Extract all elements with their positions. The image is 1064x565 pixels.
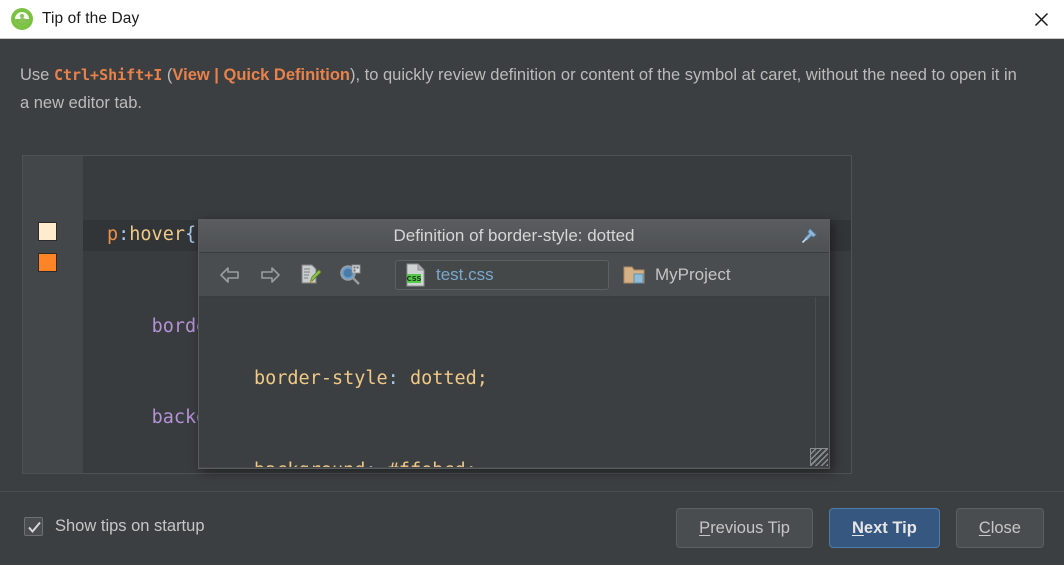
show-tips-checkbox[interactable] [24, 517, 43, 536]
svg-text:CSS: CSS [406, 275, 421, 283]
code-pseudo: hover [129, 224, 185, 245]
project-name-label: MyProject [655, 264, 731, 284]
editor-gutter[interactable] [23, 156, 83, 473]
edit-source-icon[interactable] [293, 260, 327, 290]
tip-text: Use Ctrl+Shift+I (View | Quick Definitio… [20, 61, 1028, 117]
previous-tip-button[interactable]: Previous Tip [676, 508, 813, 548]
window-title: Tip of the Day [42, 10, 140, 27]
popup-code-value: dotted; [409, 368, 488, 389]
popup-scrollbar[interactable] [815, 297, 829, 467]
folder-icon [623, 266, 645, 283]
quick-definition-popup[interactable]: Definition of border-style: dotted CSS t… [198, 219, 830, 469]
popup-code-value: #ffebcd; [388, 460, 477, 468]
previous-tip-label: revious Tip [710, 518, 790, 537]
footer-divider [0, 491, 1064, 492]
find-usages-icon[interactable] [333, 260, 367, 290]
show-tips-label: Show tips on startup [55, 517, 205, 535]
show-tips-checkbox-row[interactable]: Show tips on startup [24, 517, 205, 536]
checkmark-icon [28, 521, 41, 534]
close-button[interactable]: Close [955, 508, 1044, 548]
code-colon: : [118, 224, 130, 245]
popup-title: Definition of border-style: dotted [393, 226, 635, 245]
tip-open-paren: ( [162, 66, 173, 84]
file-name-field[interactable]: CSS test.css [395, 259, 609, 290]
tip-prefix: Use [20, 66, 54, 84]
pin-icon[interactable] [799, 226, 819, 246]
file-name-label: test.css [436, 264, 494, 284]
close-label: lose [990, 518, 1021, 537]
android-studio-icon [11, 8, 33, 30]
dialog-button-row: Previous Tip Next Tip Close [676, 508, 1044, 548]
popup-code-colon: : [365, 460, 387, 468]
project-box[interactable]: MyProject [623, 264, 731, 286]
next-tip-mnemonic: N [851, 518, 864, 537]
code-selector: p [107, 224, 119, 245]
css-file-icon: CSS [406, 263, 425, 286]
close-icon[interactable] [1018, 0, 1064, 38]
popup-code-colon: : [387, 368, 410, 389]
popup-code-property: border-style [254, 368, 388, 389]
arrow-left-icon[interactable] [213, 260, 247, 290]
window-titlebar: Tip of the Day [0, 0, 1064, 39]
code-brace: { [184, 224, 197, 245]
next-tip-label: ext Tip [863, 518, 917, 537]
popup-header[interactable]: Definition of border-style: dotted [199, 220, 829, 253]
tip-menu-path: View | Quick Definition [172, 66, 350, 84]
arrow-right-icon[interactable] [253, 260, 287, 290]
popup-toolbar[interactable]: CSS test.css MyProject [199, 253, 829, 297]
close-mnemonic: C [978, 518, 991, 537]
color-swatch-orange [38, 253, 57, 272]
popup-code-line: border-style: dotted; [199, 364, 829, 395]
color-swatch-cream [38, 222, 57, 241]
dialog-body: Use Ctrl+Shift+I (View | Quick Definitio… [0, 39, 1064, 565]
tip-shortcut: Ctrl+Shift+I [53, 66, 163, 84]
popup-code-content[interactable]: border-style: dotted; background: #ffebc… [199, 297, 829, 467]
resize-grip-icon[interactable] [810, 448, 828, 466]
previous-tip-mnemonic: P [699, 518, 711, 537]
popup-code-property: background [254, 460, 365, 468]
popup-code-line: background: #ffebcd; [199, 456, 829, 468]
next-tip-button[interactable]: Next Tip [828, 508, 940, 548]
